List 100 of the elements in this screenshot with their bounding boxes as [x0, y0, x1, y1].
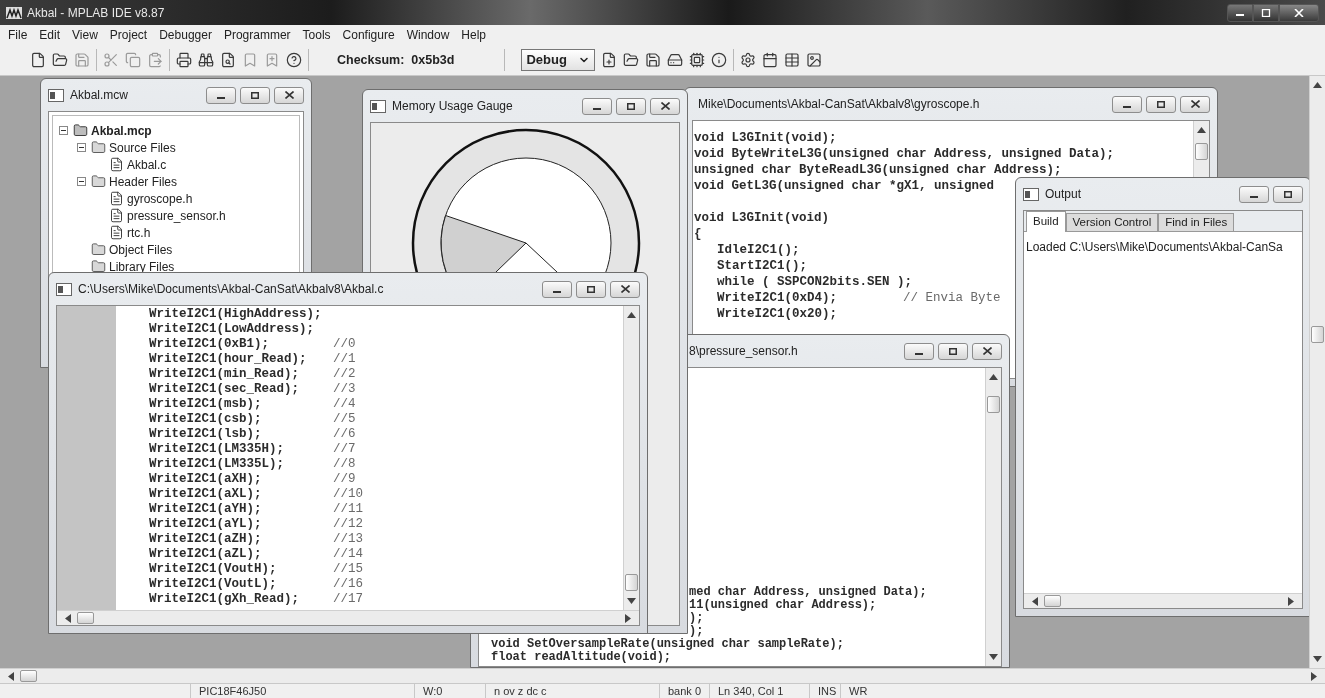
close-button[interactable]: [1279, 3, 1319, 22]
image-icon[interactable]: [806, 52, 823, 68]
horizontal-scrollbar[interactable]: [57, 610, 639, 625]
maximize-button[interactable]: [1253, 3, 1279, 22]
scroll-right-icon[interactable]: [1288, 596, 1294, 606]
tree-item[interactable]: Header Files: [109, 172, 178, 191]
build-config-dropdown[interactable]: Debug: [521, 49, 596, 71]
minimize-icon: [553, 291, 561, 293]
scroll-down-icon[interactable]: [627, 598, 636, 604]
close-button[interactable]: [610, 280, 640, 298]
status-field: WR: [849, 684, 868, 698]
menu-item[interactable]: Configure: [342, 26, 395, 44]
scroll-left-icon[interactable]: [1032, 596, 1038, 606]
drive-icon[interactable]: [667, 52, 684, 68]
scroll-up-icon[interactable]: [1313, 82, 1322, 88]
tree-item[interactable]: Library Files: [109, 257, 175, 276]
menu-item[interactable]: Tools: [302, 26, 331, 44]
scroll-right-icon[interactable]: [625, 613, 631, 623]
maximize-button[interactable]: [616, 97, 646, 115]
scrollbar-thumb[interactable]: [1195, 143, 1208, 160]
scrollbar-thumb[interactable]: [77, 612, 94, 624]
folder-icon: [91, 140, 106, 155]
horizontal-scrollbar[interactable]: [0, 668, 1325, 683]
info-icon[interactable]: [711, 52, 728, 68]
minimize-button[interactable]: [904, 342, 934, 360]
maximize-button[interactable]: [938, 342, 968, 360]
minimize-button[interactable]: [1239, 185, 1269, 203]
collapse-icon[interactable]: [77, 177, 86, 186]
chip-icon[interactable]: [689, 52, 706, 68]
status-field: bank 0: [668, 684, 702, 698]
code-line: WriteI2C1(min_Read);: [149, 367, 301, 382]
vertical-scrollbar[interactable]: [1193, 121, 1209, 177]
scrollbar-thumb[interactable]: [1311, 326, 1324, 343]
new-file-icon[interactable]: [601, 52, 618, 68]
scroll-left-icon[interactable]: [65, 613, 71, 623]
settings-icon[interactable]: [740, 52, 757, 68]
tree-item[interactable]: Source Files: [109, 138, 176, 157]
scrollbar-thumb[interactable]: [987, 396, 1000, 413]
code-comment: //8: [333, 457, 356, 472]
code-comment: //10: [333, 487, 363, 502]
scroll-up-icon[interactable]: [1197, 127, 1206, 133]
scrollbar-thumb[interactable]: [20, 670, 37, 682]
folder-icon[interactable]: [52, 52, 68, 68]
close-button[interactable]: [274, 86, 304, 104]
scroll-down-icon[interactable]: [1313, 656, 1322, 662]
clipboard-icon[interactable]: [147, 52, 163, 68]
vertical-scrollbar[interactable]: [985, 368, 1001, 666]
tree-item[interactable]: rtc.h: [127, 223, 151, 242]
scroll-left-icon[interactable]: [8, 671, 14, 681]
horizontal-scrollbar[interactable]: [1024, 593, 1302, 608]
folder-icon[interactable]: [623, 52, 640, 68]
tab[interactable]: Version Control: [1065, 213, 1159, 231]
close-button[interactable]: [650, 97, 680, 115]
table-icon[interactable]: [784, 52, 801, 68]
minimize-button[interactable]: [582, 97, 612, 115]
calendar-icon[interactable]: [762, 52, 779, 68]
menu-item[interactable]: Programmer: [223, 26, 291, 44]
code-line: void ByteWriteL3G(unsigned char Address, unsigned Data);: [694, 146, 1115, 162]
scrollbar-thumb[interactable]: [1044, 595, 1061, 607]
file-icon[interactable]: [30, 52, 46, 68]
scroll-up-icon[interactable]: [627, 312, 636, 318]
minimize-button[interactable]: [206, 86, 236, 104]
maximize-button[interactable]: [1146, 95, 1176, 113]
printer-icon[interactable]: [176, 52, 192, 68]
file-search-icon[interactable]: [220, 52, 236, 68]
maximize-button[interactable]: [576, 280, 606, 298]
menu-item[interactable]: Project: [109, 26, 148, 44]
collapse-icon[interactable]: [77, 143, 86, 152]
scrollbar-thumb[interactable]: [625, 574, 638, 591]
code-line: WriteI2C1(aXH);: [149, 472, 263, 487]
scroll-down-icon[interactable]: [989, 654, 998, 660]
maximize-button[interactable]: [240, 86, 270, 104]
vertical-scrollbar[interactable]: [1309, 76, 1325, 668]
menu-item[interactable]: View: [72, 26, 98, 44]
scroll-up-icon[interactable]: [989, 374, 998, 380]
vertical-scrollbar[interactable]: [623, 306, 639, 610]
close-button[interactable]: [1180, 95, 1210, 113]
menu-item[interactable]: Edit: [39, 26, 61, 44]
tab[interactable]: Find in Files: [1158, 213, 1235, 231]
menu-item[interactable]: Window: [406, 26, 450, 44]
binoculars-icon[interactable]: [198, 52, 214, 68]
menu-item[interactable]: Debugger: [159, 26, 212, 44]
tree-item[interactable]: pressure_sensor.h: [127, 206, 226, 225]
minimize-button[interactable]: [542, 280, 572, 298]
menu-item[interactable]: Help: [461, 26, 486, 44]
collapse-icon[interactable]: [59, 126, 68, 135]
scroll-right-icon[interactable]: [1311, 671, 1317, 681]
tree-item[interactable]: gyroscope.h: [127, 189, 193, 208]
close-button[interactable]: [972, 342, 1002, 360]
minimize-button[interactable]: [1227, 3, 1253, 22]
maximize-button[interactable]: [1273, 185, 1303, 203]
minimize-button[interactable]: [1112, 95, 1142, 113]
tree-item[interactable]: Akbal.c: [127, 155, 167, 174]
menu-item[interactable]: File: [8, 26, 28, 44]
save-icon[interactable]: [645, 52, 662, 68]
help-icon[interactable]: [286, 52, 302, 68]
tree-item[interactable]: Akbal.mcp: [91, 121, 152, 140]
code-line: WriteI2C1(msb);: [149, 397, 263, 412]
tab[interactable]: Build: [1026, 211, 1066, 232]
tree-item[interactable]: Object Files: [109, 240, 173, 259]
